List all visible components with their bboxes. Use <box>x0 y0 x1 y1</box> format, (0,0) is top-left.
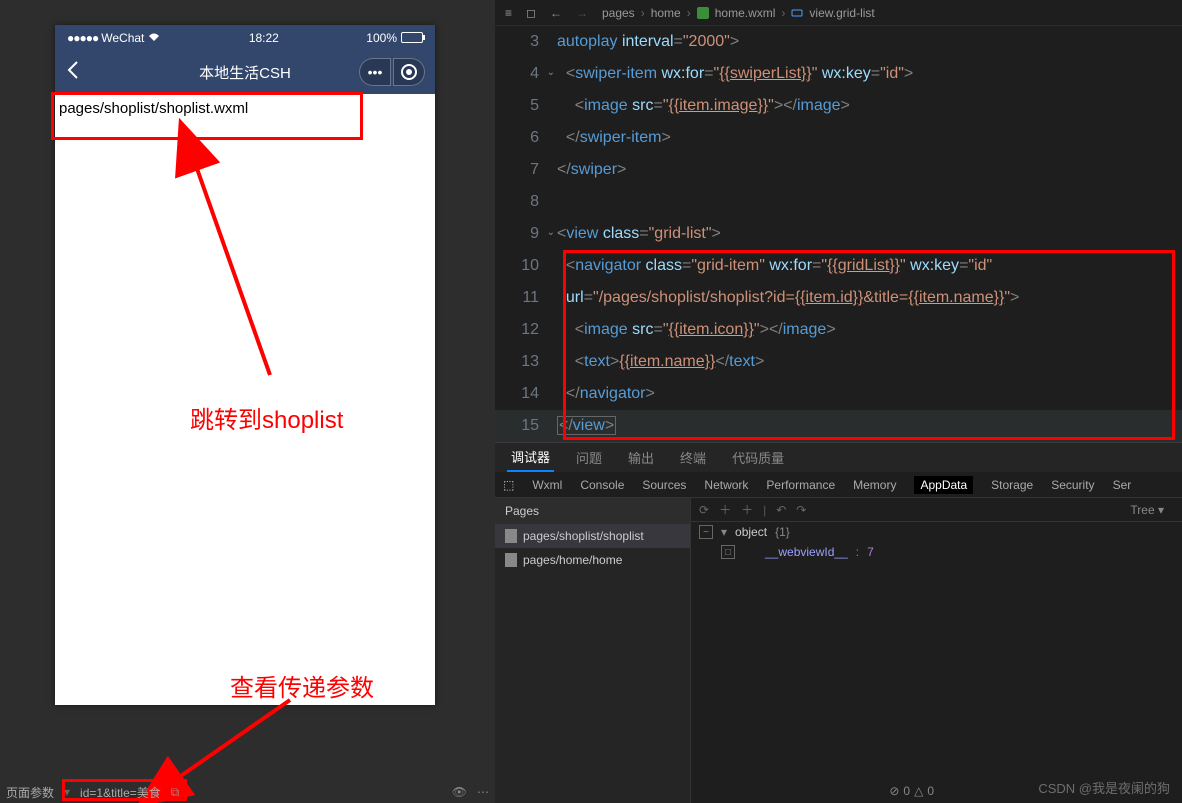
carrier-label: WeChat <box>101 31 144 45</box>
signal-dots: ●●●●● <box>67 31 98 45</box>
error-icon[interactable]: ⊘ <box>889 784 899 798</box>
code-line[interactable]: 3autoplay interval="2000"> <box>495 26 1182 58</box>
ctab-console[interactable]: Console <box>580 478 624 492</box>
add-icon[interactable]: ＋ <box>741 501 753 518</box>
warning-icon[interactable]: △ <box>914 784 923 798</box>
annotation-box-path <box>51 92 363 140</box>
editor-panel: ≡ ◻ ← → pages › home › home.wxml › view.… <box>495 0 1182 803</box>
page-icon <box>505 553 517 567</box>
undo-icon[interactable]: ↶ <box>776 503 786 517</box>
wifi-icon <box>147 31 161 45</box>
ctab-sources[interactable]: Sources <box>642 478 686 492</box>
bookmark-icon[interactable]: ◻ <box>526 6 536 20</box>
code-line[interactable]: 5 <image src="{{item.image}}"></image> <box>495 90 1182 122</box>
object-property-row[interactable]: □ __webviewId__ : 7 <box>691 542 1182 562</box>
page-label: pages/home/home <box>523 553 622 567</box>
eye-icon[interactable]: 👁 <box>452 785 467 799</box>
appdata-column: ⟳ ＋ ＋ | ↶ ↷ Tree ▾ − ▾ object {1} □ __we… <box>691 498 1182 803</box>
crumb-folder[interactable]: pages <box>602 6 635 20</box>
ctab-wxml[interactable]: Wxml <box>532 478 562 492</box>
phone-time: 18:22 <box>249 31 279 45</box>
code-line[interactable]: 6 </swiper-item> <box>495 122 1182 154</box>
editor-toolbar: ≡ ◻ ← → pages › home › home.wxml › view.… <box>495 0 1182 26</box>
back-icon[interactable] <box>67 61 79 84</box>
page-label: pages/shoplist/shoplist <box>523 529 644 543</box>
file-icon <box>697 7 709 19</box>
annotation-box-code <box>563 250 1175 440</box>
tab-codequality[interactable]: 代码质量 <box>728 444 788 471</box>
breadcrumb: pages › home › home.wxml › view.grid-lis… <box>602 6 875 20</box>
ctab-memory[interactable]: Memory <box>853 478 896 492</box>
page-params-label[interactable]: 页面参数 <box>6 784 54 801</box>
tab-terminal[interactable]: 终端 <box>676 444 710 471</box>
object-row[interactable]: − ▾ object {1} <box>691 522 1182 542</box>
phone-simulator: ●●●●● WeChat 18:22 100% 本地生活CSH ••• <box>55 25 435 705</box>
pages-header: Pages <box>495 498 690 524</box>
console-tabs: ⬚ Wxml Console Sources Network Performan… <box>495 472 1182 498</box>
crumb-symbol[interactable]: view.grid-list <box>809 6 874 20</box>
tab-output[interactable]: 输出 <box>624 444 658 471</box>
appdata-toolbar: ⟳ ＋ ＋ | ↶ ↷ Tree ▾ <box>691 498 1182 522</box>
annotation-box-params <box>62 779 187 801</box>
code-line[interactable]: 8 <box>495 186 1182 218</box>
tab-problems[interactable]: 问题 <box>572 444 606 471</box>
property-value: 7 <box>867 545 874 559</box>
battery-percent: 100% <box>366 31 397 45</box>
crumb-folder[interactable]: home <box>651 6 681 20</box>
code-line[interactable]: 7</swiper> <box>495 154 1182 186</box>
annotation-text-jump: 跳转到shoplist <box>190 400 343 435</box>
nav-forward-icon[interactable]: → <box>576 6 588 20</box>
warning-count: 0 <box>927 784 934 798</box>
ctab-sensor[interactable]: Ser <box>1113 478 1132 492</box>
code-line[interactable]: 4⌄ <swiper-item wx:for="{{swiperList}}" … <box>495 58 1182 90</box>
capsule-close-button[interactable] <box>393 58 425 86</box>
refresh-icon[interactable]: ⟳ <box>699 503 709 517</box>
code-line[interactable]: 9⌄<view class="grid-list"> <box>495 218 1182 250</box>
capsule-menu-button[interactable]: ••• <box>359 58 391 86</box>
error-count: 0 <box>903 784 910 798</box>
watermark: CSDN @我是夜阑的狗 <box>1038 778 1170 797</box>
leaf-icon: □ <box>721 545 735 559</box>
ctab-performance[interactable]: Performance <box>766 478 835 492</box>
nav-title: 本地生活CSH <box>199 62 291 83</box>
ctab-appdata[interactable]: AppData <box>914 476 973 494</box>
debug-body: Pages pages/shoplist/shoplist pages/home/… <box>495 498 1182 803</box>
redo-icon[interactable]: ↷ <box>796 503 806 517</box>
crumb-file[interactable]: home.wxml <box>715 6 776 20</box>
battery-icon <box>401 32 423 43</box>
page-icon <box>505 529 517 543</box>
inspect-icon[interactable]: ⬚ <box>503 478 514 492</box>
ctab-security[interactable]: Security <box>1051 478 1094 492</box>
code-editor[interactable]: 3autoplay interval="2000">4⌄ <swiper-ite… <box>495 26 1182 442</box>
nav-back-icon[interactable]: ← <box>550 6 562 20</box>
page-item[interactable]: pages/shoplist/shoplist <box>495 524 690 548</box>
page-item[interactable]: pages/home/home <box>495 548 690 572</box>
add-icon[interactable]: ＋ <box>719 501 731 518</box>
menu-icon[interactable]: ≡ <box>505 6 512 20</box>
debug-tabs: 调试器 问题 输出 终端 代码质量 <box>495 442 1182 472</box>
ctab-storage[interactable]: Storage <box>991 478 1033 492</box>
simulator-panel: ●●●●● WeChat 18:22 100% 本地生活CSH ••• <box>0 0 495 803</box>
collapse-icon[interactable]: − <box>699 525 713 539</box>
symbol-icon <box>791 7 803 19</box>
property-key: __webviewId__ <box>765 545 848 559</box>
ctab-network[interactable]: Network <box>704 478 748 492</box>
tab-debugger[interactable]: 调试器 <box>507 443 554 472</box>
pages-column: Pages pages/shoplist/shoplist pages/home/… <box>495 498 691 803</box>
annotation-text-params: 查看传递参数 <box>230 668 374 703</box>
object-label: object <box>735 525 767 539</box>
more-icon[interactable]: ⋯ <box>477 785 489 799</box>
phone-nav-bar: 本地生活CSH ••• <box>55 50 435 94</box>
phone-status-bar: ●●●●● WeChat 18:22 100% <box>55 25 435 50</box>
object-count: {1} <box>775 525 790 539</box>
tree-dropdown[interactable]: Tree ▾ <box>1130 503 1164 517</box>
